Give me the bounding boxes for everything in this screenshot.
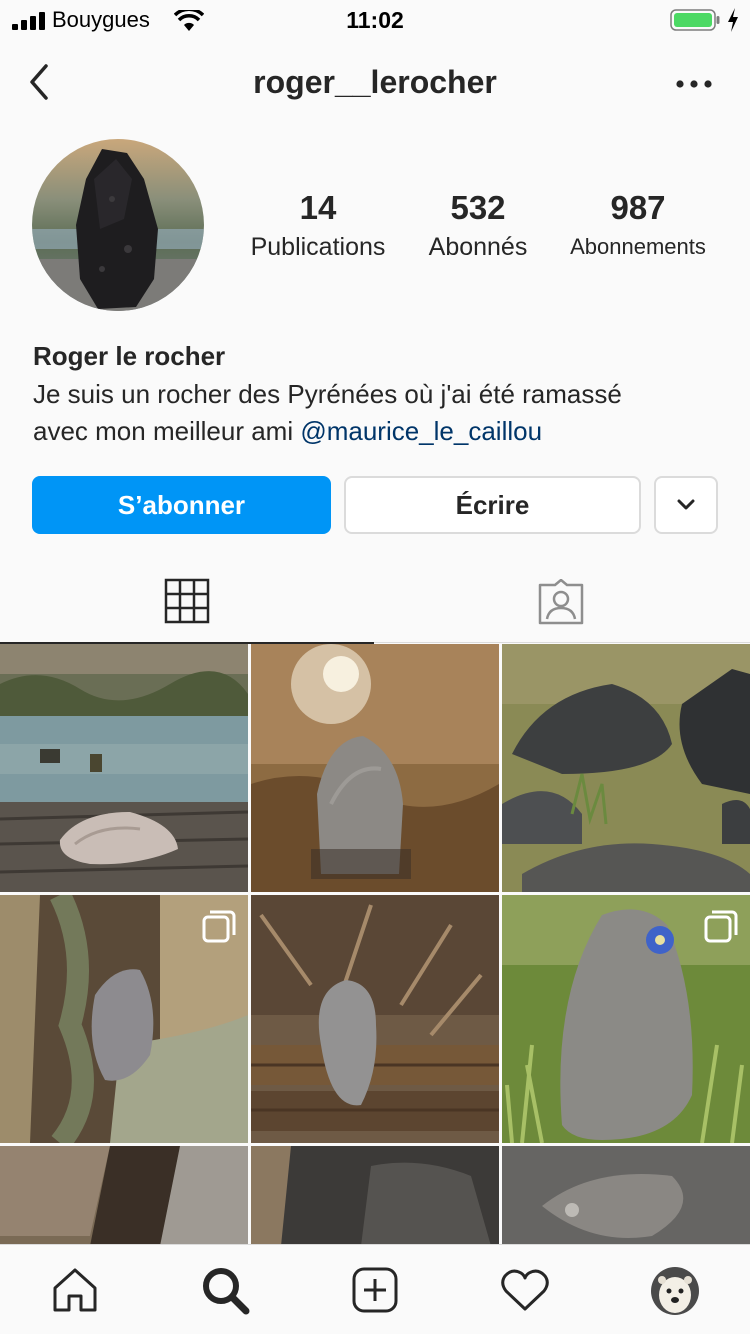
post-thumbnail[interactable] [502,1146,750,1244]
post-thumbnail[interactable] [0,644,248,892]
post-photo-rock-lake [0,644,248,892]
nav-bar: roger__lerocher [0,40,750,128]
tab-tagged[interactable] [374,560,748,644]
tab-home[interactable] [48,1263,102,1317]
search-icon [203,1268,250,1315]
bottom-tab-bar [0,1244,750,1334]
posts-grid [0,644,750,1244]
tabs-divider [374,642,750,643]
more-options-icon[interactable] [674,70,714,98]
tab-activity[interactable] [498,1263,552,1317]
follow-button[interactable]: S’abonner [32,476,331,534]
battery-icon [670,9,720,31]
profile-avatar [651,1267,699,1315]
stat-followers-count: 532 [450,189,506,226]
chevron-down-icon [677,499,695,510]
suggestions-dropdown-button[interactable] [654,476,718,534]
profile-bio: Je suis un rocher des Pyrénées où j'ai é… [33,376,723,450]
tagged-icon [538,579,584,625]
stat-following-label: Abonnements [570,234,706,259]
stat-publications-count: 14 [299,189,337,226]
stat-publications[interactable]: 14 Publications [238,186,398,264]
bio-line-2: avec mon meilleur ami [33,416,301,446]
charging-icon [728,8,738,32]
status-bar: Bouygues 11:02 [0,0,750,40]
post-photo-rock-grey [251,1146,499,1244]
grid-icon [164,578,210,624]
profile-display-name: Roger le rocher [33,341,226,371]
avatar-rock-photo [32,139,204,311]
post-thumbnail[interactable] [0,895,248,1143]
stat-following-count: 987 [610,189,666,226]
tab-posts-grid[interactable] [0,560,374,644]
stat-followers[interactable]: 532 Abonnés [408,186,548,264]
stat-followers-label: Abonnés [428,233,528,261]
profile-tabs [0,560,750,644]
profile-avatar[interactable] [32,139,204,311]
post-thumbnail[interactable] [502,644,750,892]
home-icon [53,1268,97,1312]
tab-profile-avatar[interactable] [651,1267,699,1315]
post-thumbnail[interactable] [502,895,750,1143]
tab-new-post[interactable] [348,1263,402,1317]
profile-username: roger__lerocher [253,64,497,100]
post-photo-rock-water [251,644,499,892]
bio-line-1: Je suis un rocher des Pyrénées où j'ai é… [33,379,622,409]
stat-following[interactable]: 987 Abonnements [556,186,720,264]
post-thumbnail[interactable] [251,895,499,1143]
post-thumbnail[interactable] [0,1146,248,1244]
message-button[interactable]: Écrire [344,476,641,534]
post-thumbnail[interactable] [251,644,499,892]
post-thumbnail[interactable] [251,1146,499,1244]
post-photo-rock-fossil [502,1146,750,1244]
post-photo-rocks-closeup [0,1146,248,1244]
post-photo-rock-wood [251,895,499,1143]
bio-mention-link[interactable]: @maurice_le_caillou [300,416,542,446]
status-time: 11:02 [346,7,404,33]
stat-publications-label: Publications [250,233,386,261]
heart-icon [501,1269,549,1311]
multiple-photos-icon [704,910,738,943]
post-photo-rocks-field [502,644,750,892]
multiple-photos-icon [202,910,236,943]
add-post-icon [352,1267,398,1313]
tab-search[interactable] [198,1263,252,1317]
